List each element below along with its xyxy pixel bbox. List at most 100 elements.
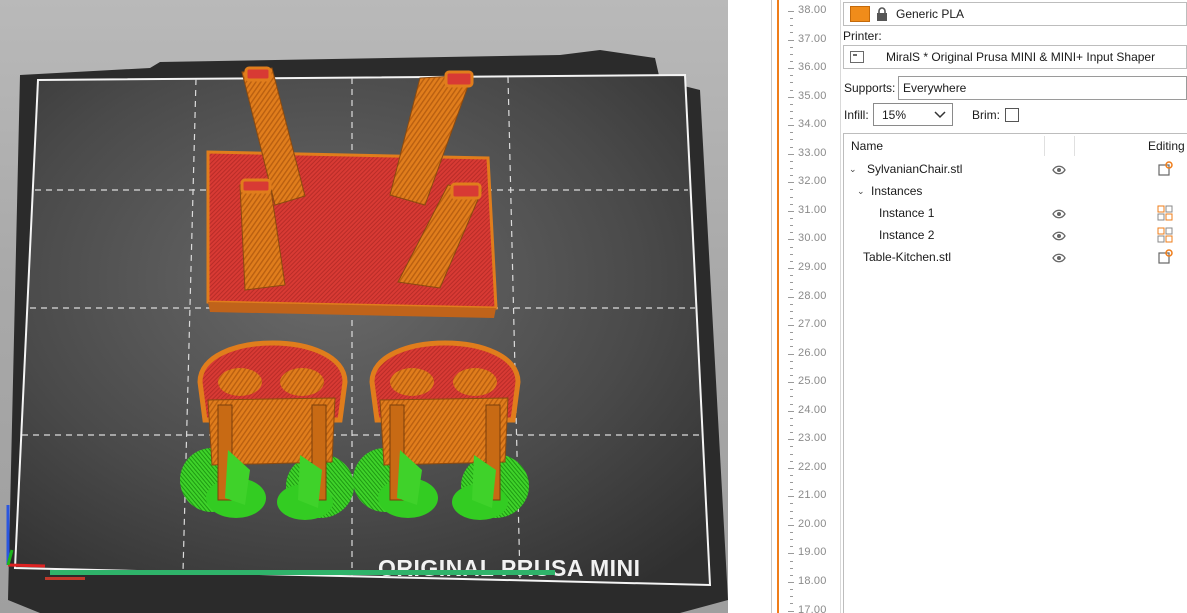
instance-grid-icon[interactable]	[1157, 227, 1173, 243]
slider-tick	[788, 68, 794, 70]
eye-icon[interactable]	[1052, 252, 1066, 263]
tree-row-label: Table-Kitchen.stl	[863, 250, 952, 264]
filament-value: Generic PLA	[896, 7, 965, 21]
slider-minor-tick	[790, 217, 793, 219]
tree-row-label: Instance 1	[879, 206, 935, 220]
slider-minor-tick	[790, 89, 793, 91]
slider-tick-label: 32.00	[798, 175, 827, 188]
slider-minor-tick	[790, 332, 793, 334]
slider-minor-tick	[790, 510, 793, 512]
slider-rail[interactable]	[777, 0, 779, 613]
bed-label: ORIGINAL PRUSA MINI	[378, 555, 641, 581]
brim-checkbox[interactable]	[1005, 108, 1019, 122]
slider-tick-label: 26.00	[798, 346, 827, 359]
slider-minor-tick	[790, 424, 793, 426]
eye-icon[interactable]	[1052, 230, 1066, 241]
slider-minor-tick	[790, 453, 793, 455]
chevron-down-icon[interactable]: ⌄	[849, 164, 859, 175]
slider-minor-tick	[790, 432, 793, 434]
slider-tick-label: 20.00	[798, 517, 827, 530]
slider-minor-tick	[790, 460, 793, 462]
lock-icon	[876, 7, 888, 21]
filament-color-swatch[interactable]	[850, 6, 870, 22]
slider-tick-label: 33.00	[798, 146, 827, 159]
slider-minor-tick	[790, 389, 793, 391]
printer-combo[interactable]: MiralS * Original Prusa MINI & MINI+ Inp…	[843, 45, 1187, 69]
slider-minor-tick	[790, 489, 793, 491]
slider-minor-tick	[790, 503, 793, 505]
infill-combo[interactable]: 15%	[873, 103, 953, 126]
slider-minor-tick	[790, 596, 793, 598]
slider-tick-label: 37.00	[798, 32, 827, 45]
slider-minor-tick	[790, 82, 793, 84]
slider-minor-tick	[790, 189, 793, 191]
chevron-down-icon[interactable]: ⌄	[857, 186, 867, 197]
object-list[interactable]: Name Editing ⌄ SylvanianChair.stl ⌄ Inst…	[843, 133, 1187, 613]
slider-tick	[788, 39, 794, 41]
slider-minor-tick	[790, 417, 793, 419]
slider-tick-label: 36.00	[798, 61, 827, 74]
slider-tick-label: 27.00	[798, 318, 827, 331]
slider-tick-label: 24.00	[798, 403, 827, 416]
column-name[interactable]: Name	[851, 139, 883, 153]
slider-tick	[788, 467, 794, 469]
prusaslicer-window: ORIGINAL PRUSA MINI 38.00 37.00 36.00 35…	[0, 0, 1187, 613]
slider-minor-tick	[790, 18, 793, 20]
slider-minor-tick	[790, 232, 793, 234]
viewport-gap	[728, 0, 768, 613]
tree-row-sylvanianchair[interactable]: ⌄ SylvanianChair.stl	[844, 158, 1187, 180]
slider-tick	[788, 296, 794, 298]
tree-row-instances[interactable]: ⌄ Instances	[844, 180, 1187, 202]
printer-icon	[850, 51, 864, 63]
slider-minor-tick	[790, 253, 793, 255]
bed-accent-line	[50, 570, 555, 575]
printer-label: Printer:	[843, 29, 882, 43]
plater-scene: ORIGINAL PRUSA MINI	[6, 50, 728, 613]
print-bed-surface[interactable]	[15, 75, 710, 585]
slider-minor-tick	[790, 360, 793, 362]
supports-label: Supports:	[844, 81, 896, 95]
slider-tick	[788, 125, 794, 127]
slider-tick-label: 31.00	[798, 203, 827, 216]
slider-minor-tick	[790, 567, 793, 569]
eye-icon[interactable]	[1052, 208, 1066, 219]
slider-tick	[788, 353, 794, 355]
tree-row-table-kitchen[interactable]: Table-Kitchen.stl	[844, 246, 1187, 268]
supports-combo[interactable]: Everywhere	[898, 76, 1187, 100]
slider-minor-tick	[790, 139, 793, 141]
tree-row-instance-1[interactable]: Instance 1	[844, 202, 1187, 224]
slider-minor-tick	[790, 53, 793, 55]
slider-tick-label: 34.00	[798, 118, 827, 131]
slider-minor-tick	[790, 118, 793, 120]
slider-tick	[788, 439, 794, 441]
slider-minor-tick	[790, 310, 793, 312]
slider-minor-tick	[790, 346, 793, 348]
slider-minor-tick	[790, 110, 793, 112]
slider-minor-tick	[790, 446, 793, 448]
slider-minor-tick	[790, 517, 793, 519]
slider-minor-tick	[790, 560, 793, 562]
layer-slider[interactable]: 38.00 37.00 36.00 35.00 34.00 33.00 32.00 31.00…	[768, 0, 840, 613]
instance-grid-icon[interactable]	[1157, 205, 1173, 221]
slider-minor-tick	[790, 289, 793, 291]
edit-object-icon[interactable]	[1157, 249, 1173, 265]
chevron-down-icon[interactable]	[934, 109, 946, 123]
3d-viewport[interactable]: ORIGINAL PRUSA MINI	[0, 0, 728, 613]
slider-minor-tick	[790, 396, 793, 398]
edit-object-icon[interactable]	[1157, 161, 1173, 177]
filament-combo[interactable]: Generic PLA	[843, 2, 1187, 26]
slider-tick-label: 17.00	[798, 603, 827, 613]
slider-minor-tick	[790, 574, 793, 576]
tree-row-instance-2[interactable]: Instance 2	[844, 224, 1187, 246]
slider-minor-tick	[790, 75, 793, 77]
slider-minor-tick	[790, 225, 793, 227]
slider-minor-tick	[790, 546, 793, 548]
slider-minor-tick	[790, 474, 793, 476]
slider-tick	[788, 239, 794, 241]
slider-track-line	[771, 0, 772, 613]
eye-icon[interactable]	[1052, 164, 1066, 175]
slider-minor-tick	[790, 317, 793, 319]
column-editing[interactable]: Editing	[1148, 139, 1185, 153]
slider-minor-tick	[790, 103, 793, 105]
slider-minor-tick	[790, 532, 793, 534]
